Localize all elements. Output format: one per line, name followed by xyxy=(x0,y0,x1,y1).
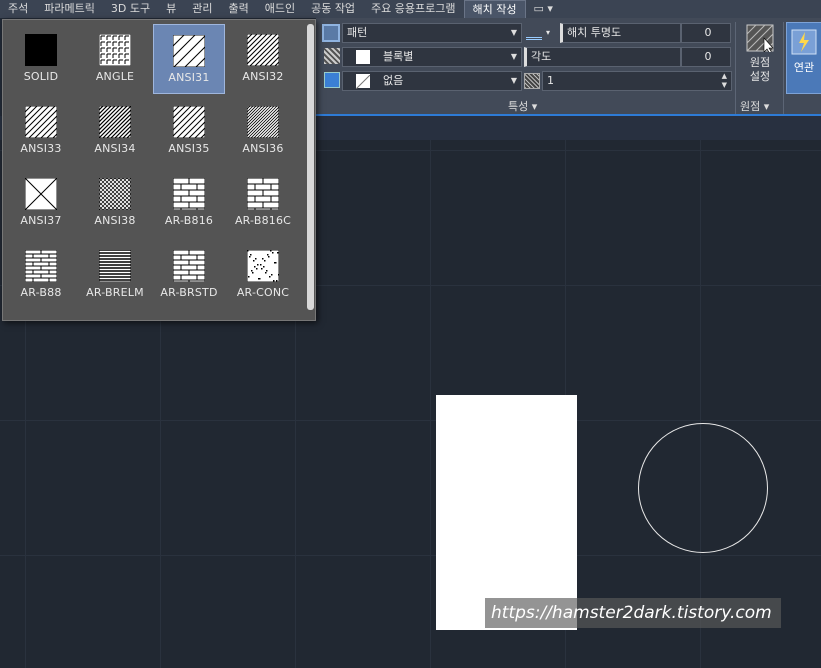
pattern-swatch-icon xyxy=(173,35,205,67)
set-origin-icon xyxy=(746,24,774,52)
bg-swatch xyxy=(355,74,371,90)
pattern-swatch-icon xyxy=(247,178,279,210)
pattern-label: ANSI31 xyxy=(168,71,210,84)
pattern-swatch-icon xyxy=(247,250,279,282)
pattern-label: ANSI36 xyxy=(242,142,284,155)
pattern-label: AR-B88 xyxy=(20,286,62,299)
pattern-swatch-icon xyxy=(247,34,279,66)
pattern-item[interactable]: ANSI36 xyxy=(227,96,299,166)
scale-input[interactable]: 1 ▲ ▼ xyxy=(542,71,732,91)
pattern-swatch-icon xyxy=(99,250,131,282)
associative-button[interactable]: 연관 xyxy=(786,22,821,94)
menu-item[interactable]: 관리 xyxy=(184,0,220,18)
pattern-item[interactable]: ANSI32 xyxy=(227,24,299,94)
pattern-swatch-icon xyxy=(25,106,57,138)
pattern-item[interactable]: AR-B816 xyxy=(153,168,225,238)
watermark: https://hamster2dark.tistory.com xyxy=(485,598,781,628)
circle-object[interactable] xyxy=(638,423,768,553)
pattern-item[interactable]: AR-BRSTD xyxy=(153,240,225,310)
pattern-item[interactable]: ANGLE xyxy=(79,24,151,94)
menu-item[interactable]: 뷰 xyxy=(158,0,184,18)
menu-item[interactable]: 해치 작성 xyxy=(463,0,526,18)
properties-label[interactable]: 특성 ▾ xyxy=(508,98,537,114)
menu-item[interactable]: 파라메트릭 xyxy=(36,0,103,18)
hatch-color-icon xyxy=(324,48,340,64)
set-origin-button[interactable]: 원점 설정 xyxy=(739,22,781,94)
pattern-label: ANSI37 xyxy=(20,214,62,227)
separator xyxy=(783,22,784,114)
pattern-item[interactable]: ANSI33 xyxy=(5,96,77,166)
menu-item[interactable]: 3D 도구 xyxy=(103,0,158,18)
pattern-item[interactable]: AR-B816C xyxy=(227,168,299,238)
pattern-item[interactable]: SOLID xyxy=(5,24,77,94)
angle-input[interactable]: 0 xyxy=(681,47,731,67)
pattern-swatch-icon xyxy=(25,34,57,66)
pattern-swatch-icon xyxy=(173,178,205,210)
menu-item[interactable]: ▭ ▾ xyxy=(526,0,561,18)
transparency-input[interactable]: 0 xyxy=(681,23,731,43)
pattern-label: AR-CONC xyxy=(236,286,290,299)
menu-item[interactable]: 주석 xyxy=(0,0,36,18)
associative-label: 연관 xyxy=(793,61,815,74)
pattern-item[interactable]: ANSI37 xyxy=(5,168,77,238)
associative-icon xyxy=(791,29,817,55)
menu-item[interactable]: 애드인 xyxy=(257,0,303,18)
set-origin-label: 원점 설정 xyxy=(749,56,771,83)
pattern-label: SOLID xyxy=(23,70,59,83)
pattern-label: ANSI33 xyxy=(20,142,62,155)
origin-section-label[interactable]: 원점 ▾ xyxy=(740,98,769,114)
pattern-swatch-icon xyxy=(173,250,205,282)
pattern-swatch-icon xyxy=(99,34,131,66)
pattern-item[interactable]: AR-BRELM xyxy=(79,240,151,310)
color-swatch xyxy=(356,50,370,64)
pattern-item[interactable]: ANSI35 xyxy=(153,96,225,166)
pattern-label: AR-BRSTD xyxy=(160,286,218,299)
menu-item[interactable]: 공동 작업 xyxy=(303,0,363,18)
pattern-label: ANGLE xyxy=(95,70,135,83)
pattern-label: ANSI34 xyxy=(94,142,136,155)
rectangle-object[interactable] xyxy=(436,395,577,630)
scale-icon xyxy=(524,73,540,89)
pattern-swatch-icon xyxy=(25,178,57,210)
pattern-item[interactable]: ANSI34 xyxy=(79,96,151,166)
hatch-type-icon xyxy=(322,24,340,42)
hatch-type-select[interactable]: 패턴 ▼ xyxy=(342,23,522,43)
background-color-icon xyxy=(324,72,340,88)
pattern-label: ANSI35 xyxy=(168,142,210,155)
layers-dropdown-arrow[interactable]: ▾ xyxy=(546,23,550,43)
pattern-label: AR-BRELM xyxy=(86,286,144,299)
pattern-swatch-icon xyxy=(25,250,57,282)
pattern-swatch-icon xyxy=(173,106,205,138)
layers-icon[interactable] xyxy=(526,26,542,40)
pattern-item[interactable]: ANSI38 xyxy=(79,168,151,238)
pattern-swatch-icon xyxy=(99,178,131,210)
pattern-label: AR-B816 xyxy=(164,214,214,227)
angle-label: 각도 xyxy=(524,47,681,67)
separator xyxy=(735,22,736,114)
hatch-pattern-gallery: SOLID ANGLE ANSI31 ANSI32 ANSI33 ANSI34 ANSI35… xyxy=(2,19,316,321)
pattern-item[interactable]: AR-B88 xyxy=(5,240,77,310)
pattern-label: AR-B816C xyxy=(234,214,292,227)
menu-item[interactable]: 출력 xyxy=(220,0,256,18)
menu-item[interactable]: 주요 응용프로그램 xyxy=(363,0,463,18)
pattern-label: ANSI32 xyxy=(242,70,284,83)
gallery-scrollbar-thumb[interactable] xyxy=(307,24,314,310)
transparency-label: 해치 투명도 xyxy=(560,23,681,43)
pattern-swatch-icon xyxy=(99,106,131,138)
menu-bar: 주석 파라메트릭 3D 도구 뷰 관리 출력 애드인 공동 작업 주요 응용프로그램 해치 작성 ▭… xyxy=(0,0,821,18)
pattern-swatch-icon xyxy=(247,106,279,138)
pattern-label: ANSI38 xyxy=(94,214,136,227)
pattern-item[interactable]: ANSI31 xyxy=(153,24,225,94)
pattern-item[interactable]: AR-CONC xyxy=(227,240,299,310)
